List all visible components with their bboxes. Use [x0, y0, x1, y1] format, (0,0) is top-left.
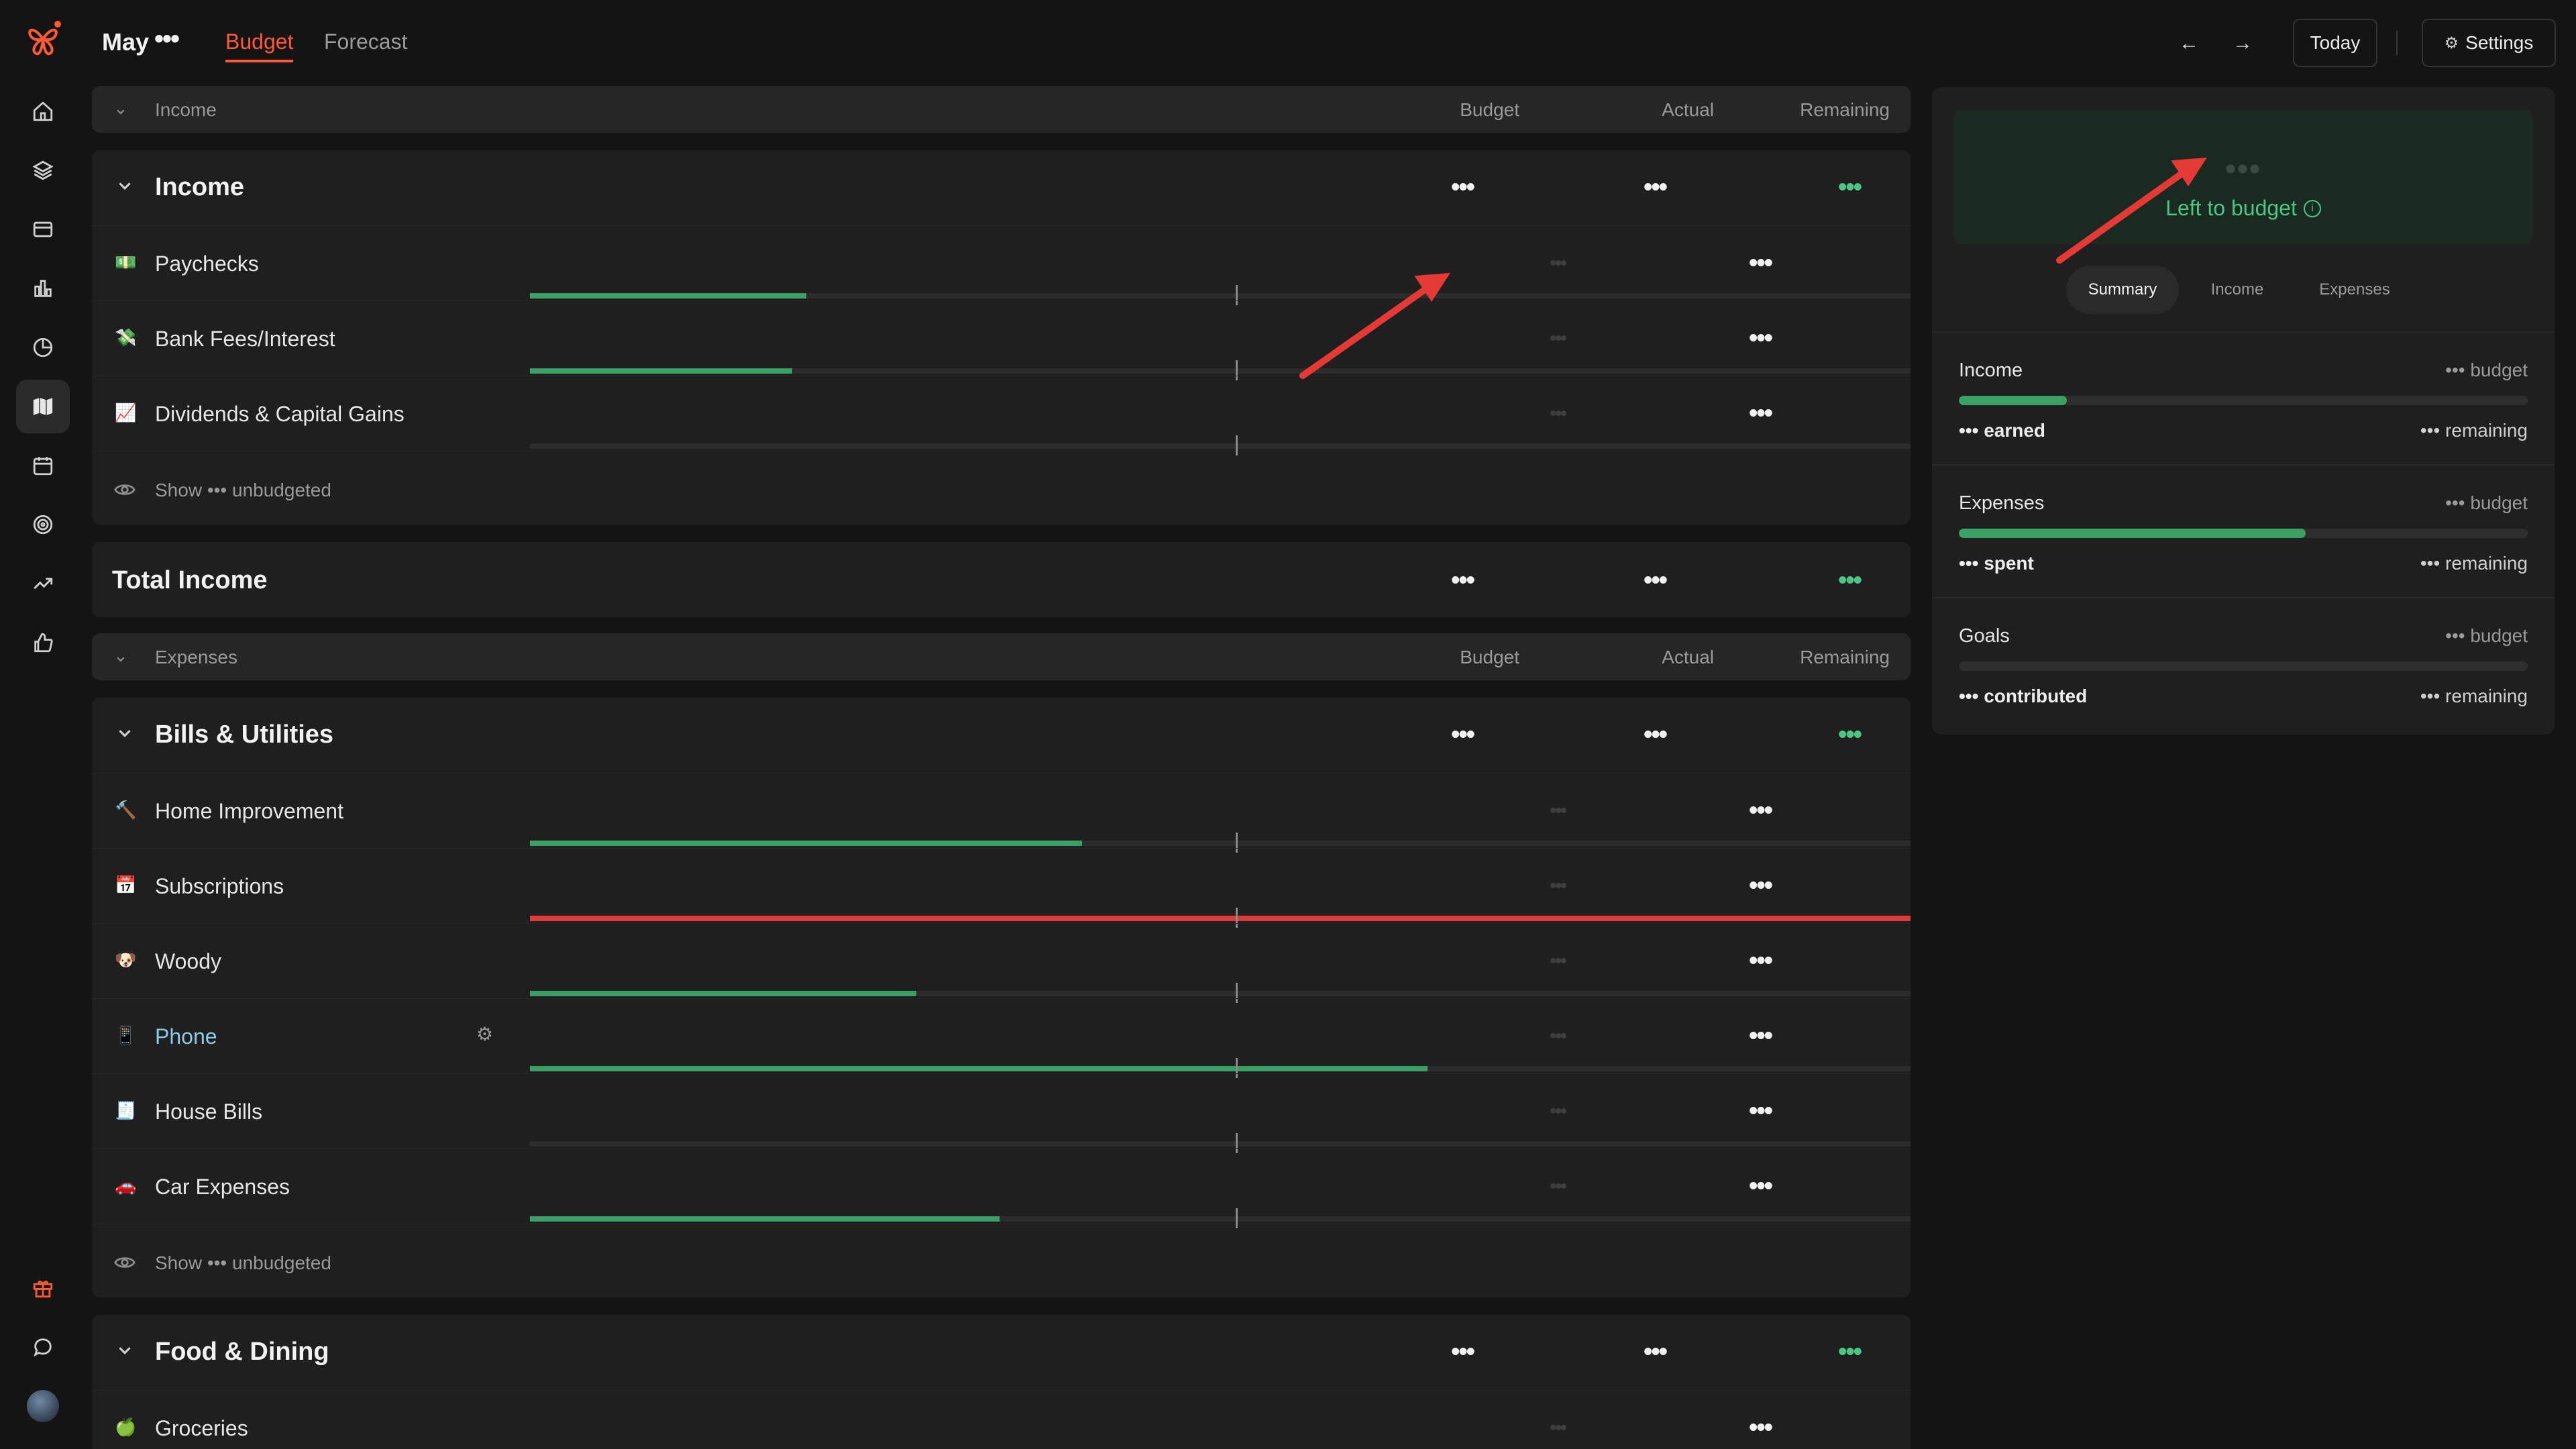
- annotation-arrows: [1299, 157, 2207, 379]
- budget-app: May ••• Budget Forecast ← → Today ⚙ Sett…: [0, 0, 2576, 1449]
